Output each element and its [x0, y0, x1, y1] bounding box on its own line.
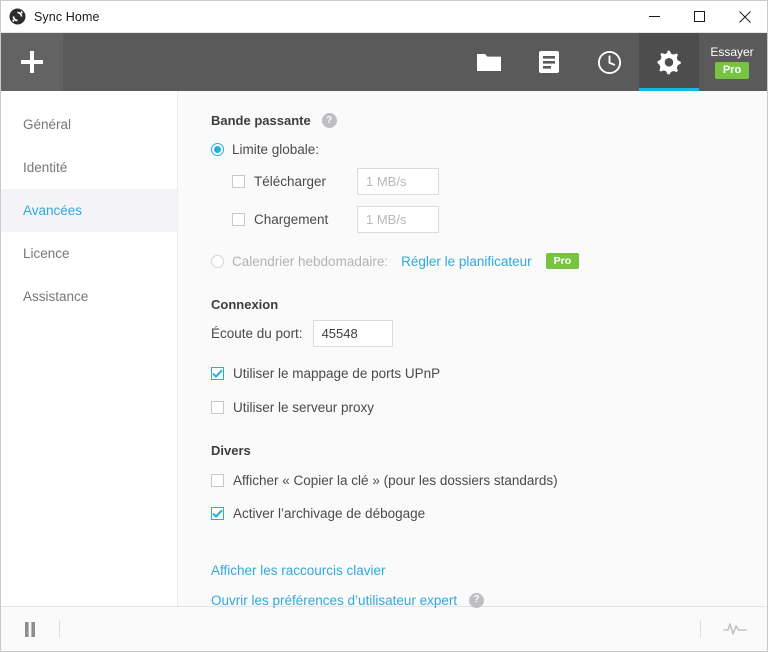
sidebar-item-label: Général [23, 117, 72, 132]
help-icon[interactable]: ? [469, 592, 485, 608]
pause-icon [25, 621, 35, 637]
debug-log-checkbox[interactable] [211, 506, 224, 520]
download-limit-input[interactable] [357, 167, 439, 195]
radio-dot [214, 145, 221, 153]
upload-limit-input[interactable] [357, 205, 439, 233]
minimize-button[interactable] [632, 1, 677, 33]
settings-content: Bande passante ? Limite globale: Télécha… [178, 91, 767, 608]
download-limit-row: Télécharger [211, 162, 767, 200]
upnp-label: Utiliser le mappage de ports UPnP [233, 365, 441, 381]
sidebar-item-general[interactable]: Général [1, 103, 177, 146]
gear-icon [657, 50, 682, 75]
weekly-schedule-radio[interactable] [211, 254, 224, 268]
pause-button[interactable] [23, 621, 37, 638]
tab-transfers[interactable] [519, 33, 579, 91]
sidebar-item-label: Licence [23, 246, 70, 261]
open-power-user-preferences-link[interactable]: Ouvrir les préférences d’utilisateur exp… [211, 593, 457, 608]
window-body: Général Identité Avancées Licence Assist… [1, 91, 767, 608]
main-toolbar: Essayer Pro [1, 33, 767, 91]
show-keyboard-shortcuts-link[interactable]: Afficher les raccourcis clavier [211, 563, 386, 578]
listening-port-input[interactable] [312, 319, 393, 347]
connection-section-heading: Connexion [211, 297, 767, 312]
debug-log-label: Activer l’archivage de débogage [233, 505, 426, 521]
tab-folders[interactable] [459, 33, 519, 91]
weekly-schedule-row: Calendrier hebdomadaire: Régler le plani… [211, 238, 767, 278]
upload-limit-row: Chargement [211, 200, 767, 238]
settings-sidebar: Général Identité Avancées Licence Assist… [1, 91, 178, 606]
title-bar: Sync Home [1, 1, 767, 33]
help-icon[interactable]: ? [321, 113, 337, 128]
misc-section-heading: Divers [211, 443, 767, 458]
scheduler-pro-badge: Pro [545, 253, 580, 269]
download-limit-checkbox[interactable] [232, 174, 245, 188]
upnp-checkbox[interactable] [211, 366, 224, 380]
add-folder-button[interactable] [1, 33, 63, 91]
global-limit-radio[interactable] [211, 142, 224, 156]
debug-log-row[interactable]: Activer l’archivage de débogage [211, 496, 767, 530]
activity-pulse-icon [723, 623, 747, 635]
bandwidth-heading-label: Bande passante [211, 113, 311, 128]
title-bar-left: Sync Home [1, 8, 632, 25]
copy-key-label: Afficher « Copier la clé » (pour les dos… [233, 472, 558, 488]
proxy-checkbox[interactable] [211, 400, 224, 414]
shortcuts-link-row: Afficher les raccourcis clavier [211, 555, 767, 585]
window-controls [632, 1, 767, 33]
sync-icon [9, 8, 26, 25]
plus-icon [21, 51, 43, 73]
sidebar-item-license[interactable]: Licence [1, 232, 177, 275]
sidebar-item-label: Identité [23, 160, 68, 175]
checkmark-icon [212, 369, 223, 378]
pro-badge: Pro [714, 62, 750, 79]
clock-history-icon [597, 50, 622, 75]
listening-port-label: Écoute du port: [211, 325, 303, 341]
listening-port-row: Écoute du port: [211, 318, 767, 348]
document-list-icon [538, 50, 560, 74]
misc-heading-label: Divers [211, 443, 251, 458]
folder-icon [476, 51, 502, 73]
copy-key-row[interactable]: Afficher « Copier la clé » (pour les dos… [211, 464, 767, 496]
sidebar-item-label: Avancées [23, 203, 83, 218]
status-divider [59, 620, 60, 638]
global-limit-label: Limite globale: [232, 141, 320, 157]
bandwidth-section-heading: Bande passante ? [211, 113, 767, 128]
toolbar-tabs [459, 33, 699, 91]
try-pro-button[interactable]: Essayer Pro [699, 33, 767, 91]
close-button[interactable] [722, 1, 767, 33]
connection-heading-label: Connexion [211, 297, 279, 312]
maximize-button[interactable] [677, 1, 722, 33]
try-pro-label: Essayer [710, 45, 754, 59]
tab-settings[interactable] [639, 33, 699, 91]
status-divider [700, 620, 701, 638]
proxy-row[interactable]: Utiliser le serveur proxy [211, 390, 767, 424]
global-limit-row[interactable]: Limite globale: [211, 136, 767, 162]
power-user-link-row: Ouvrir les préférences d’utilisateur exp… [211, 585, 767, 615]
sidebar-item-support[interactable]: Assistance [1, 275, 177, 318]
copy-key-checkbox[interactable] [211, 473, 224, 487]
window-title: Sync Home [34, 9, 100, 24]
sidebar-item-advanced[interactable]: Avancées [1, 189, 177, 232]
checkmark-icon [212, 509, 223, 518]
set-scheduler-link[interactable]: Régler le planificateur [401, 254, 532, 269]
upload-limit-checkbox[interactable] [232, 212, 245, 226]
sidebar-item-label: Assistance [23, 289, 89, 304]
tab-history[interactable] [579, 33, 639, 91]
activity-button[interactable] [723, 621, 747, 637]
upnp-row[interactable]: Utiliser le mappage de ports UPnP [211, 356, 767, 390]
application-window: Sync Home Essayer Pro Général Identité A… [0, 0, 768, 652]
upload-limit-label: Chargement [254, 211, 329, 227]
proxy-label: Utiliser le serveur proxy [233, 399, 375, 415]
weekly-schedule-label: Calendrier hebdomadaire: [232, 253, 389, 269]
download-limit-label: Télécharger [254, 173, 327, 189]
sidebar-item-identity[interactable]: Identité [1, 146, 177, 189]
